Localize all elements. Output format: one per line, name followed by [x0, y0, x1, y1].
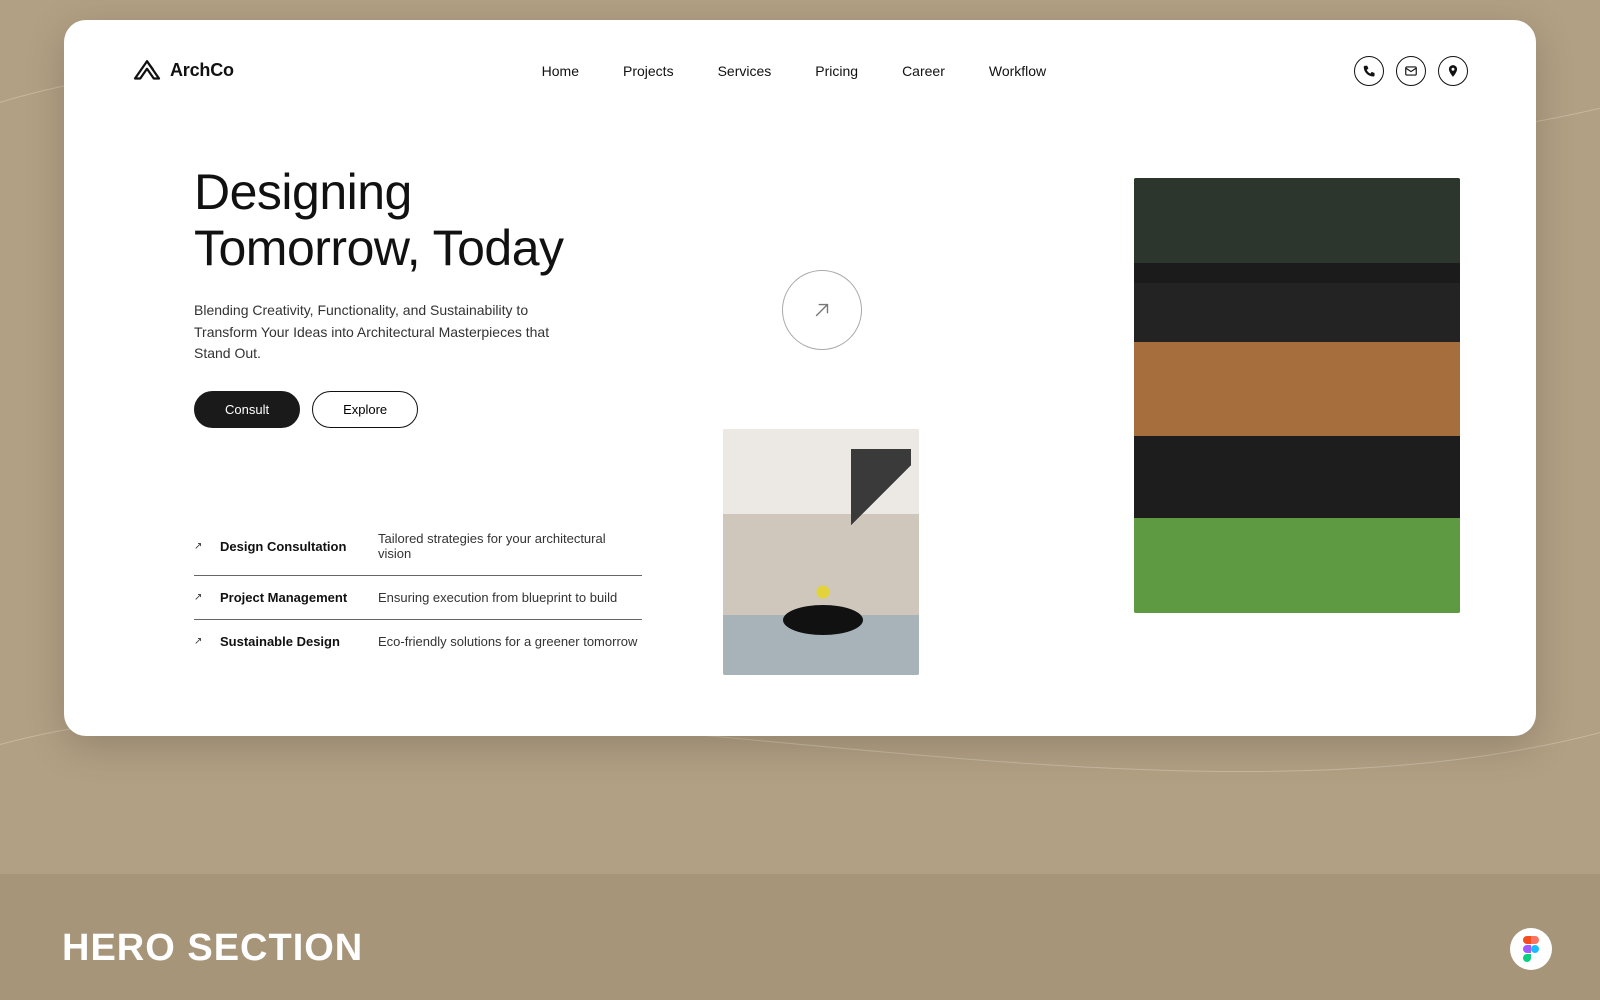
logo-icon	[132, 59, 162, 83]
nav-item-career[interactable]: Career	[902, 63, 945, 79]
explore-button[interactable]: Explore	[312, 391, 418, 428]
service-title: Project Management	[220, 590, 370, 605]
location-icon	[1446, 64, 1460, 78]
hero-subhead: Blending Creativity, Functionality, and …	[194, 300, 574, 365]
banner-title: HERO SECTION	[62, 927, 363, 970]
arrow-icon: ↗	[194, 592, 212, 603]
hero-image-large	[1134, 178, 1460, 613]
main-nav: Home Projects Services Pricing Career Wo…	[234, 63, 1354, 79]
logo[interactable]: ArchCo	[132, 59, 234, 83]
service-title: Sustainable Design	[220, 634, 370, 649]
hero-title-line2: Tomorrow, Today	[194, 220, 564, 276]
nav-item-services[interactable]: Services	[718, 63, 772, 79]
service-item-project-management[interactable]: ↗ Project Management Ensuring execution …	[194, 576, 642, 620]
service-item-sustainable-design[interactable]: ↗ Sustainable Design Eco-friendly soluti…	[194, 620, 642, 663]
header: ArchCo Home Projects Services Pricing Ca…	[64, 20, 1536, 96]
nav-item-home[interactable]: Home	[542, 63, 579, 79]
phone-button[interactable]	[1354, 56, 1384, 86]
arrow-icon: ↗	[194, 636, 212, 647]
service-desc: Ensuring execution from blueprint to bui…	[378, 590, 642, 605]
mail-button[interactable]	[1396, 56, 1426, 86]
service-desc: Tailored strategies for your architectur…	[378, 531, 642, 561]
consult-button[interactable]: Consult	[194, 391, 300, 428]
figma-icon	[1522, 936, 1540, 962]
arrow-circle-button[interactable]	[782, 270, 862, 350]
hero-buttons: Consult Explore	[194, 391, 654, 428]
hero-image-small	[723, 429, 919, 675]
service-item-design-consultation[interactable]: ↗ Design Consultation Tailored strategie…	[194, 517, 642, 576]
service-title: Design Consultation	[220, 539, 370, 554]
header-icons	[1354, 56, 1468, 86]
service-desc: Eco-friendly solutions for a greener tom…	[378, 634, 642, 649]
nav-item-projects[interactable]: Projects	[623, 63, 674, 79]
location-button[interactable]	[1438, 56, 1468, 86]
phone-icon	[1362, 64, 1376, 78]
hero-text-block: Designing Tomorrow, Today Blending Creat…	[194, 164, 654, 428]
arrow-icon: ↗	[194, 541, 212, 552]
mail-icon	[1404, 64, 1418, 78]
bottom-banner: HERO SECTION	[0, 874, 1600, 1000]
hero-title-line1: Designing	[194, 164, 412, 220]
arrow-up-right-icon	[811, 299, 833, 321]
services-list: ↗ Design Consultation Tailored strategie…	[194, 517, 642, 663]
hero-title: Designing Tomorrow, Today	[194, 164, 654, 276]
nav-item-pricing[interactable]: Pricing	[815, 63, 858, 79]
figma-badge	[1510, 928, 1552, 970]
nav-item-workflow[interactable]: Workflow	[989, 63, 1046, 79]
logo-text: ArchCo	[170, 60, 234, 81]
hero-card: ArchCo Home Projects Services Pricing Ca…	[64, 20, 1536, 736]
